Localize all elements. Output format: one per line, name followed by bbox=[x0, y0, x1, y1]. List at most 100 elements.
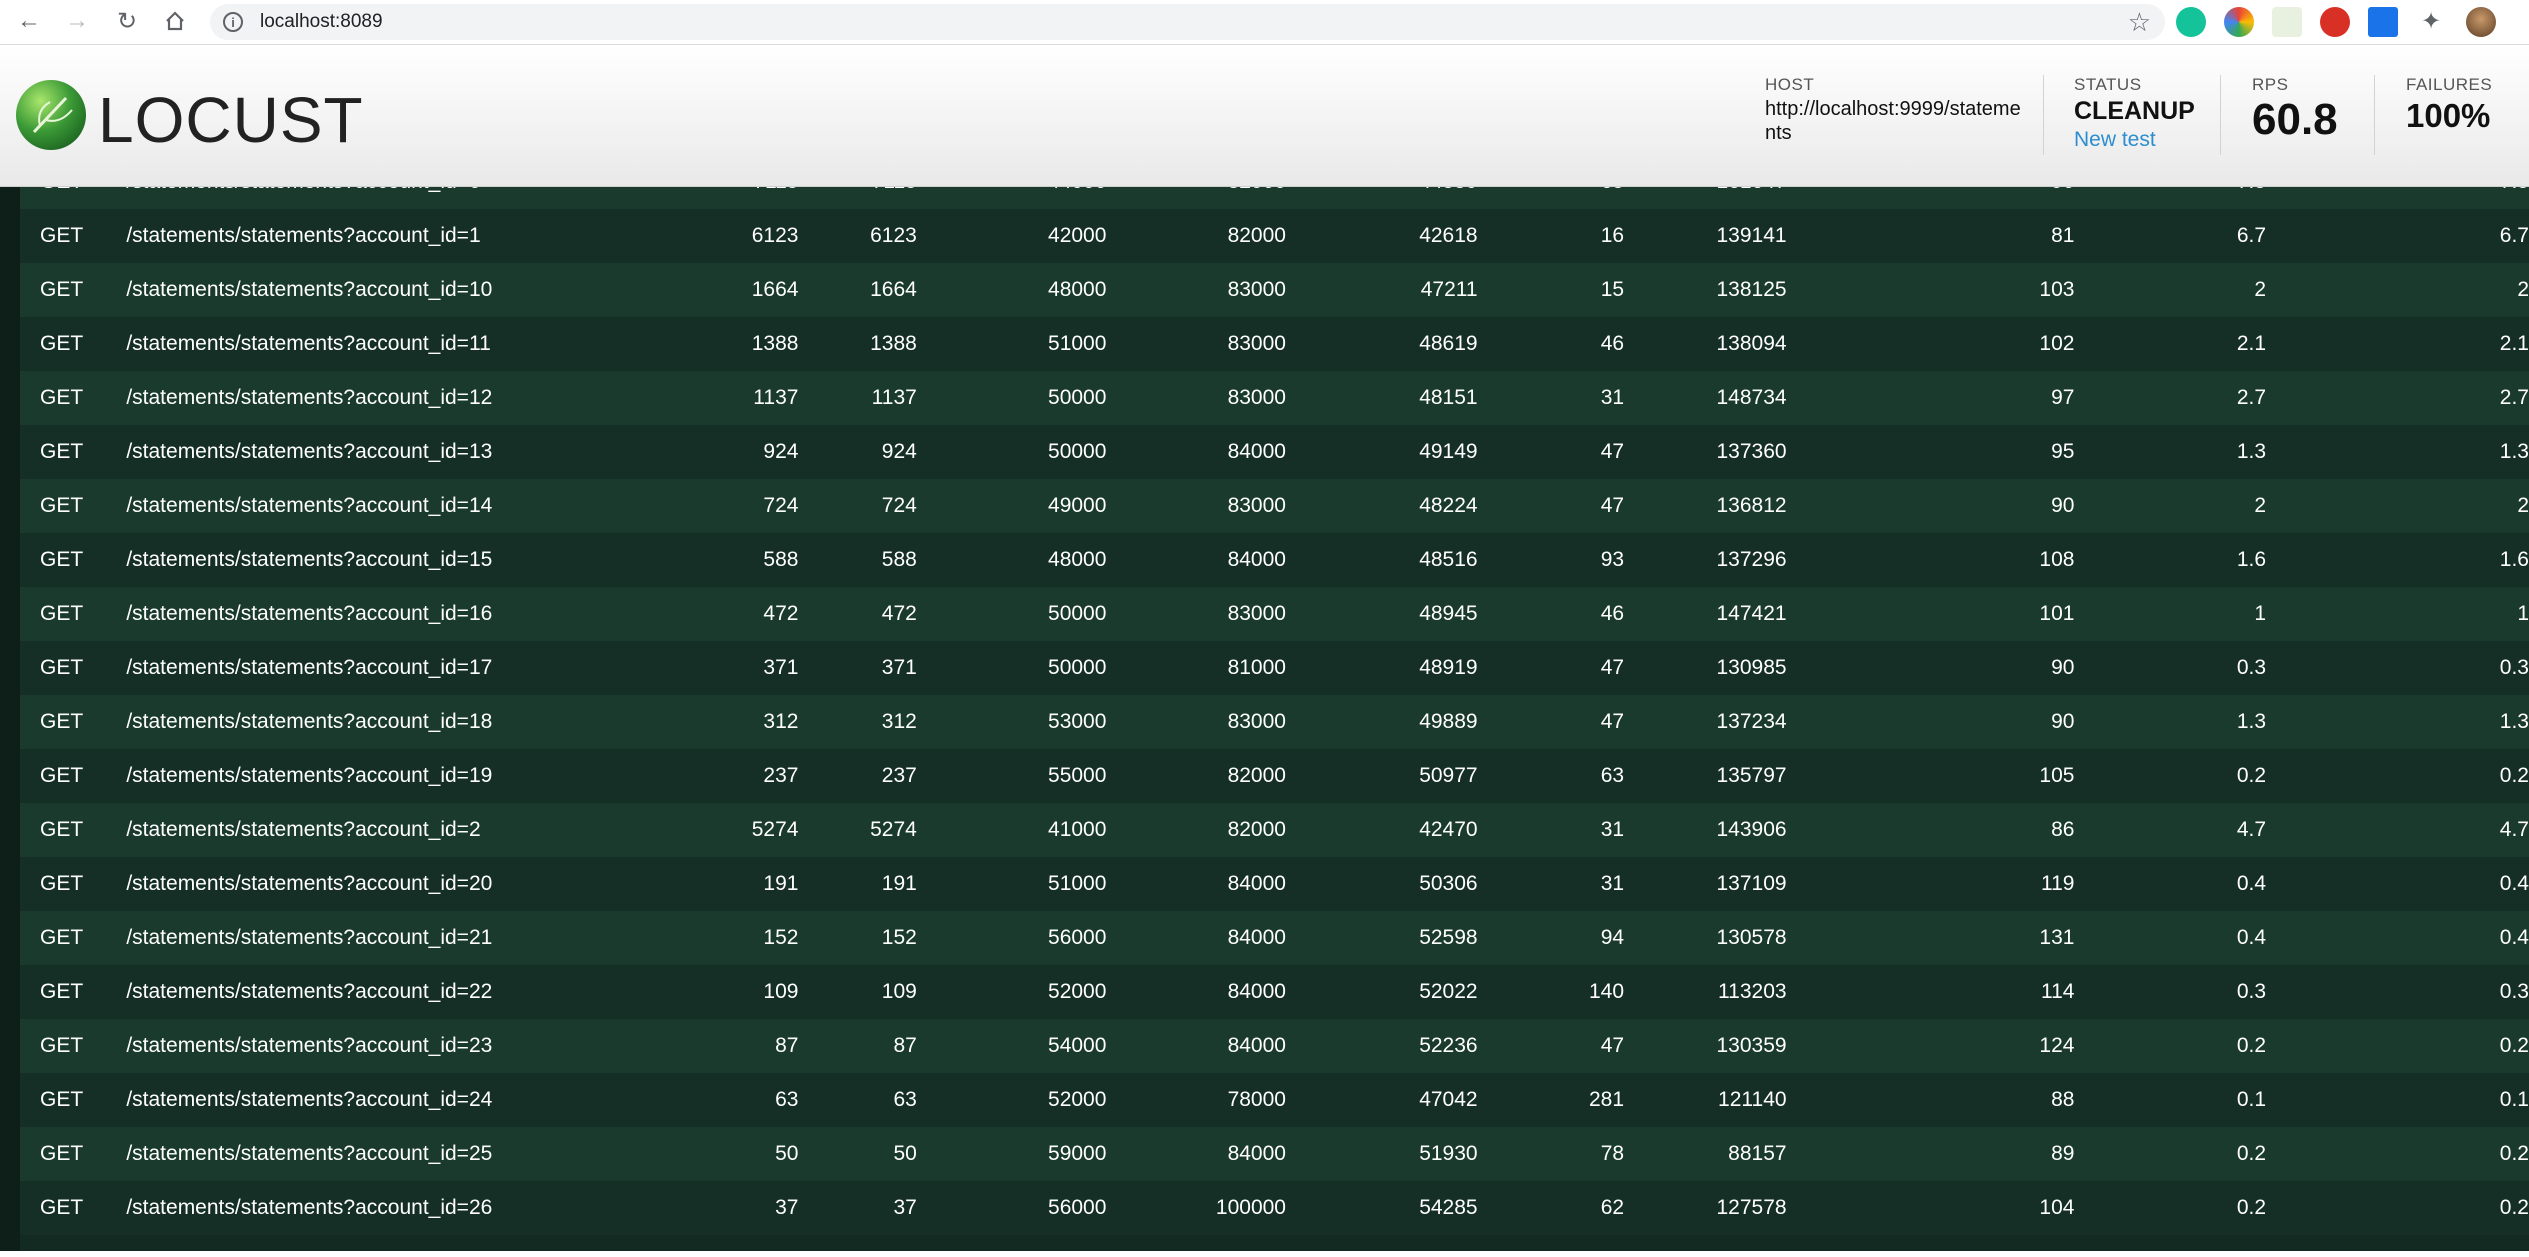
cell-avg: 47042 bbox=[1419, 1088, 1478, 1111]
color-extension-icon[interactable] bbox=[2224, 7, 2254, 37]
cell-requests: 472 bbox=[763, 602, 799, 625]
table-row: GET/statements/statements?account_id=1 61… bbox=[20, 209, 2529, 263]
cell-fails-s: 0.4 bbox=[2499, 926, 2529, 949]
cell-rps: 2.7 bbox=[2236, 386, 2267, 409]
cell-fails-s: 0.2 bbox=[2499, 764, 2529, 787]
cell-median: 50000 bbox=[1048, 440, 1107, 463]
cell-fails-s: 4.7 bbox=[2499, 818, 2529, 841]
cell-avg: 48619 bbox=[1419, 332, 1478, 355]
table-row: GET/statements/statements?account_id=10 1… bbox=[20, 263, 2529, 317]
reload-icon[interactable]: ↻ bbox=[112, 6, 142, 36]
cell-max: 136812 bbox=[1716, 494, 1787, 517]
cell-fails: 37 bbox=[893, 1196, 917, 1219]
cell-fails-s: 1 bbox=[2517, 602, 2529, 625]
cell-min: 15 bbox=[1600, 278, 1625, 301]
cell-median: 49000 bbox=[1048, 494, 1107, 517]
cell-name: /statements/statements?account_id=26 bbox=[126, 1196, 493, 1219]
extensions-puzzle-icon[interactable]: ✦ bbox=[2416, 7, 2446, 37]
cell-min: 94 bbox=[1600, 926, 1625, 949]
cell-fails-s: 0.2 bbox=[2499, 1034, 2529, 1057]
table-row: GET/statements/statements?account_id=18 3… bbox=[20, 695, 2529, 749]
cell-rps: 2 bbox=[2254, 494, 2267, 517]
rps-stat: RPS 60.8 bbox=[2252, 75, 2338, 145]
table-row: GET/statements/statements?account_id=25 5… bbox=[20, 1127, 2529, 1181]
cell-p90: 81000 bbox=[1227, 656, 1286, 679]
cell-requests: 152 bbox=[763, 926, 799, 949]
locust-logo-text: LOCUST bbox=[98, 84, 364, 156]
forward-arrow-icon[interactable]: → bbox=[62, 6, 92, 36]
failures-stat: FAILURES 100% bbox=[2406, 75, 2492, 135]
cell-p90: 83000 bbox=[1227, 602, 1286, 625]
new-test-link[interactable]: New test bbox=[2074, 128, 2195, 152]
stats-table-body: GET/statements/statements?account_id=071… bbox=[20, 170, 2529, 1235]
cell-p90: 84000 bbox=[1227, 872, 1286, 895]
cell-median: 42000 bbox=[1048, 224, 1107, 247]
cell-method: GET bbox=[40, 656, 84, 679]
cell-name: /statements/statements?account_id=22 bbox=[126, 980, 493, 1003]
host-stat: HOST http://localhost:9999/statements bbox=[1765, 75, 2025, 145]
adblock-extension-icon[interactable] bbox=[2320, 7, 2350, 37]
cell-method: GET bbox=[40, 710, 84, 733]
cell-avg: 49889 bbox=[1419, 710, 1478, 733]
cell-avg: 51930 bbox=[1419, 1142, 1478, 1165]
cell-min: 31 bbox=[1600, 386, 1625, 409]
cell-max: 130985 bbox=[1716, 656, 1787, 679]
cell-median: 53000 bbox=[1048, 710, 1107, 733]
cell-fails: 50 bbox=[893, 1142, 917, 1165]
cell-min: 140 bbox=[1589, 980, 1625, 1003]
cell-fails: 371 bbox=[881, 656, 917, 679]
cell-fails: 924 bbox=[881, 440, 917, 463]
cell-requests: 37 bbox=[775, 1196, 799, 1219]
profile-avatar[interactable] bbox=[2466, 7, 2496, 37]
table-row: GET/statements/statements?account_id=16 4… bbox=[20, 587, 2529, 641]
cell-p90: 83000 bbox=[1227, 278, 1286, 301]
cell-median: 48000 bbox=[1048, 278, 1107, 301]
cell-requests: 87 bbox=[775, 1034, 799, 1057]
cell-method: GET bbox=[40, 1196, 84, 1219]
cell-min: 46 bbox=[1600, 602, 1625, 625]
back-arrow-icon[interactable]: ← bbox=[14, 6, 44, 36]
cell-method: GET bbox=[40, 386, 84, 409]
cell-avg: 48945 bbox=[1419, 602, 1478, 625]
grammarly-extension-icon[interactable] bbox=[2176, 7, 2206, 37]
browser-toolbar: ← → ↻ i localhost:8089 ☆ ✦ bbox=[0, 0, 2529, 45]
bottom-edge bbox=[0, 1251, 2529, 1257]
cell-name: /statements/statements?account_id=15 bbox=[126, 548, 493, 571]
cell-p90: 83000 bbox=[1227, 386, 1286, 409]
cell-size: 97 bbox=[2051, 386, 2075, 409]
cell-min: 47 bbox=[1600, 440, 1625, 463]
cell-min: 46 bbox=[1600, 332, 1625, 355]
bookmark-star-icon[interactable]: ☆ bbox=[2128, 7, 2151, 38]
cell-method: GET bbox=[40, 1088, 84, 1111]
cell-size: 90 bbox=[2051, 494, 2075, 517]
cell-fails: 5274 bbox=[870, 818, 917, 841]
cell-size: 114 bbox=[2040, 980, 2075, 1003]
cell-requests: 237 bbox=[763, 764, 799, 787]
window-extension-icon[interactable] bbox=[2368, 7, 2398, 37]
cell-fails: 1664 bbox=[870, 278, 917, 301]
cell-name: /statements/statements?account_id=23 bbox=[126, 1034, 493, 1057]
cell-rps: 0.2 bbox=[2236, 1034, 2267, 1057]
cell-median: 50000 bbox=[1048, 602, 1107, 625]
address-bar[interactable]: i localhost:8089 ☆ bbox=[210, 4, 2165, 40]
cell-rps: 0.4 bbox=[2236, 872, 2267, 895]
home-icon[interactable] bbox=[160, 6, 190, 36]
site-info-icon[interactable]: i bbox=[223, 12, 243, 32]
cell-min: 47 bbox=[1600, 656, 1625, 679]
cell-size: 102 bbox=[2039, 332, 2075, 355]
cell-fails: 1137 bbox=[871, 386, 917, 409]
cell-method: GET bbox=[40, 818, 84, 841]
cell-avg: 52236 bbox=[1419, 1034, 1478, 1057]
cell-method: GET bbox=[40, 980, 84, 1003]
cell-name: /statements/statements?account_id=24 bbox=[126, 1088, 493, 1111]
cell-max: 147421 bbox=[1716, 602, 1787, 625]
cell-size: 81 bbox=[2051, 224, 2075, 247]
cell-size: 90 bbox=[2051, 710, 2075, 733]
cell-method: GET bbox=[40, 440, 84, 463]
cell-name: /statements/statements?account_id=14 bbox=[126, 494, 493, 517]
cell-method: GET bbox=[40, 278, 84, 301]
cell-fails-s: 0.2 bbox=[2499, 1196, 2529, 1219]
checklist-extension-icon[interactable] bbox=[2272, 7, 2302, 37]
address-url[interactable]: localhost:8089 bbox=[260, 11, 383, 33]
cell-fails: 724 bbox=[881, 494, 917, 517]
